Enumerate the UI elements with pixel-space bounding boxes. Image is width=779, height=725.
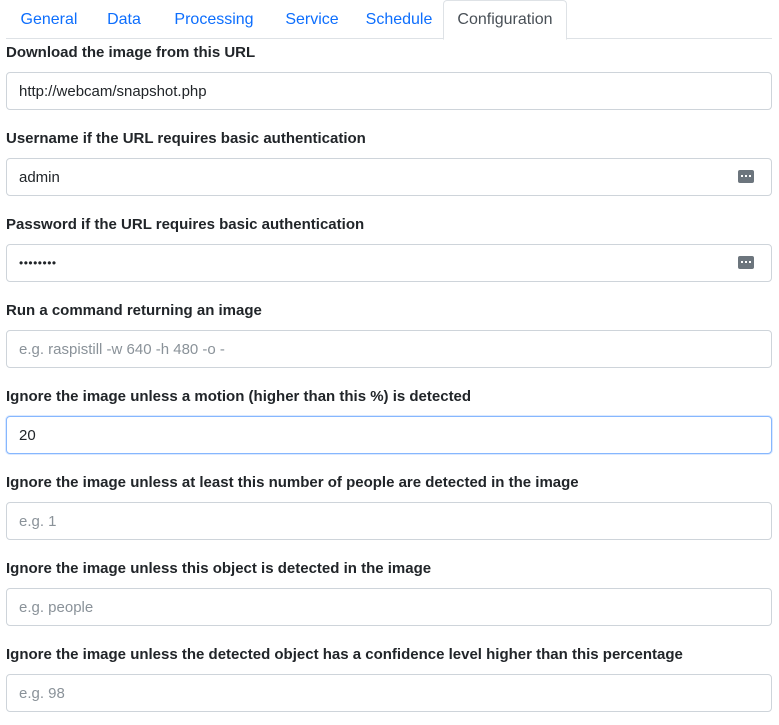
username-field-box [6,158,772,196]
tab-bar: General Data Processing Service Schedule… [6,0,772,40]
password-label: Password if the URL requires basic authe… [6,216,365,233]
people-field-box [6,502,772,540]
password-manager-icon[interactable] [738,170,754,183]
command-input[interactable] [7,331,771,367]
tab-schedule[interactable]: Schedule [355,0,443,40]
people-input[interactable] [7,503,771,539]
object-field-box [6,588,772,626]
tab-processing[interactable]: Processing [159,0,269,40]
confidence-field-box [6,674,772,712]
object-label: Ignore the image unless this object is d… [6,560,432,577]
command-label: Run a command returning an image [6,302,262,319]
tab-service[interactable]: Service [272,0,352,40]
motion-label: Ignore the image unless a motion (higher… [6,388,472,405]
confidence-label: Ignore the image unless the detected obj… [6,646,683,663]
username-label: Username if the URL requires basic authe… [6,130,366,147]
password-input[interactable] [7,245,771,281]
password-field-box [6,244,772,282]
tab-configuration[interactable]: Configuration [443,0,567,40]
url-label: Download the image from this URL [6,44,256,61]
people-label: Ignore the image unless at least this nu… [6,474,579,491]
motion-field-box [6,416,772,454]
motion-input[interactable] [7,417,771,453]
tab-data[interactable]: Data [94,0,154,40]
username-input[interactable] [7,159,771,195]
password-manager-icon[interactable] [738,256,754,269]
tab-general[interactable]: General [6,0,92,40]
confidence-input[interactable] [7,675,771,711]
url-field-box [6,72,772,110]
url-input[interactable] [7,73,771,109]
object-input[interactable] [7,589,771,625]
command-field-box [6,330,772,368]
